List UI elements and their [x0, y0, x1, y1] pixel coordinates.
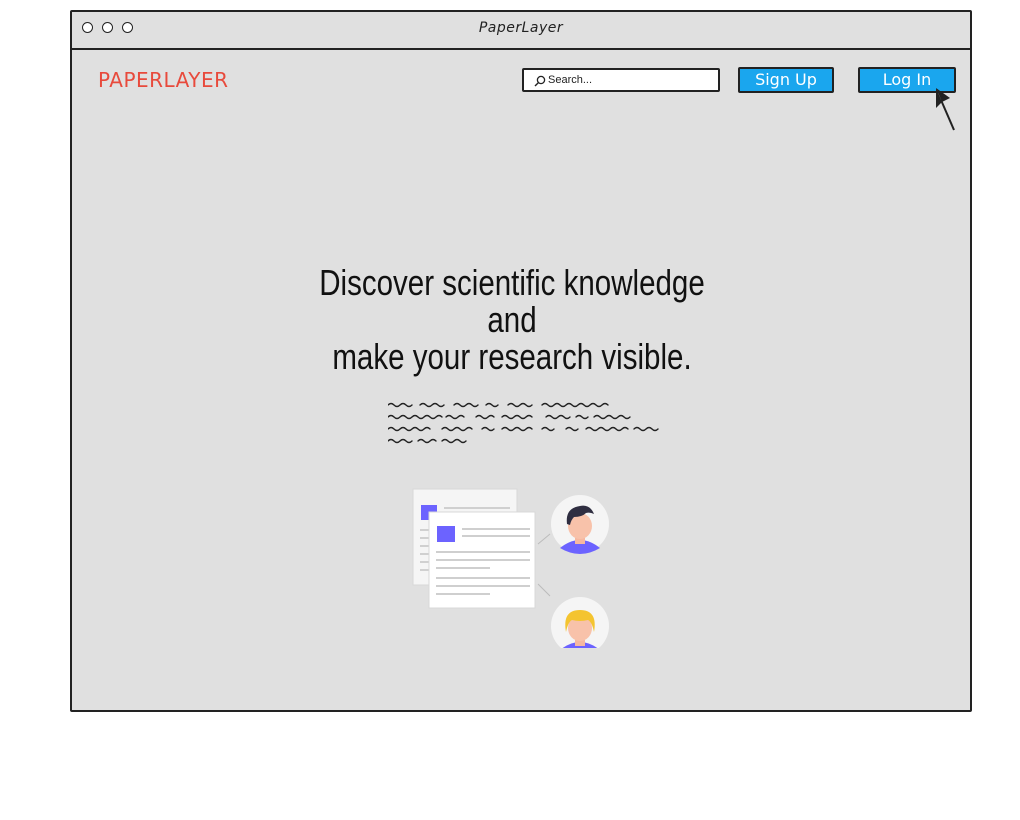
avatar-female [551, 597, 609, 648]
search-icon [534, 75, 546, 87]
hero-title-line: and [487, 299, 537, 340]
hero-title: Discover scientific knowledge and make y… [315, 264, 709, 375]
collaboration-illustration [412, 488, 609, 648]
brand-logo[interactable]: PAPERLAYER [98, 68, 229, 92]
window-titlebar: PaperLayer [72, 12, 970, 50]
search-box[interactable] [522, 68, 720, 92]
search-input[interactable] [548, 72, 714, 88]
browser-window: PaperLayer PAPERLAYER Sign Up Log In Dis… [70, 10, 972, 712]
hero-title-line: make your research visible. [332, 336, 692, 377]
document-front [428, 511, 536, 609]
hero-title-line: Discover scientific knowledge [319, 262, 705, 303]
window-title: PaperLayer [478, 20, 564, 36]
placeholder-text-scribble [388, 402, 659, 444]
avatar-male [551, 495, 609, 554]
mouse-pointer-icon [936, 88, 955, 131]
sign-up-button[interactable]: Sign Up [738, 67, 834, 93]
